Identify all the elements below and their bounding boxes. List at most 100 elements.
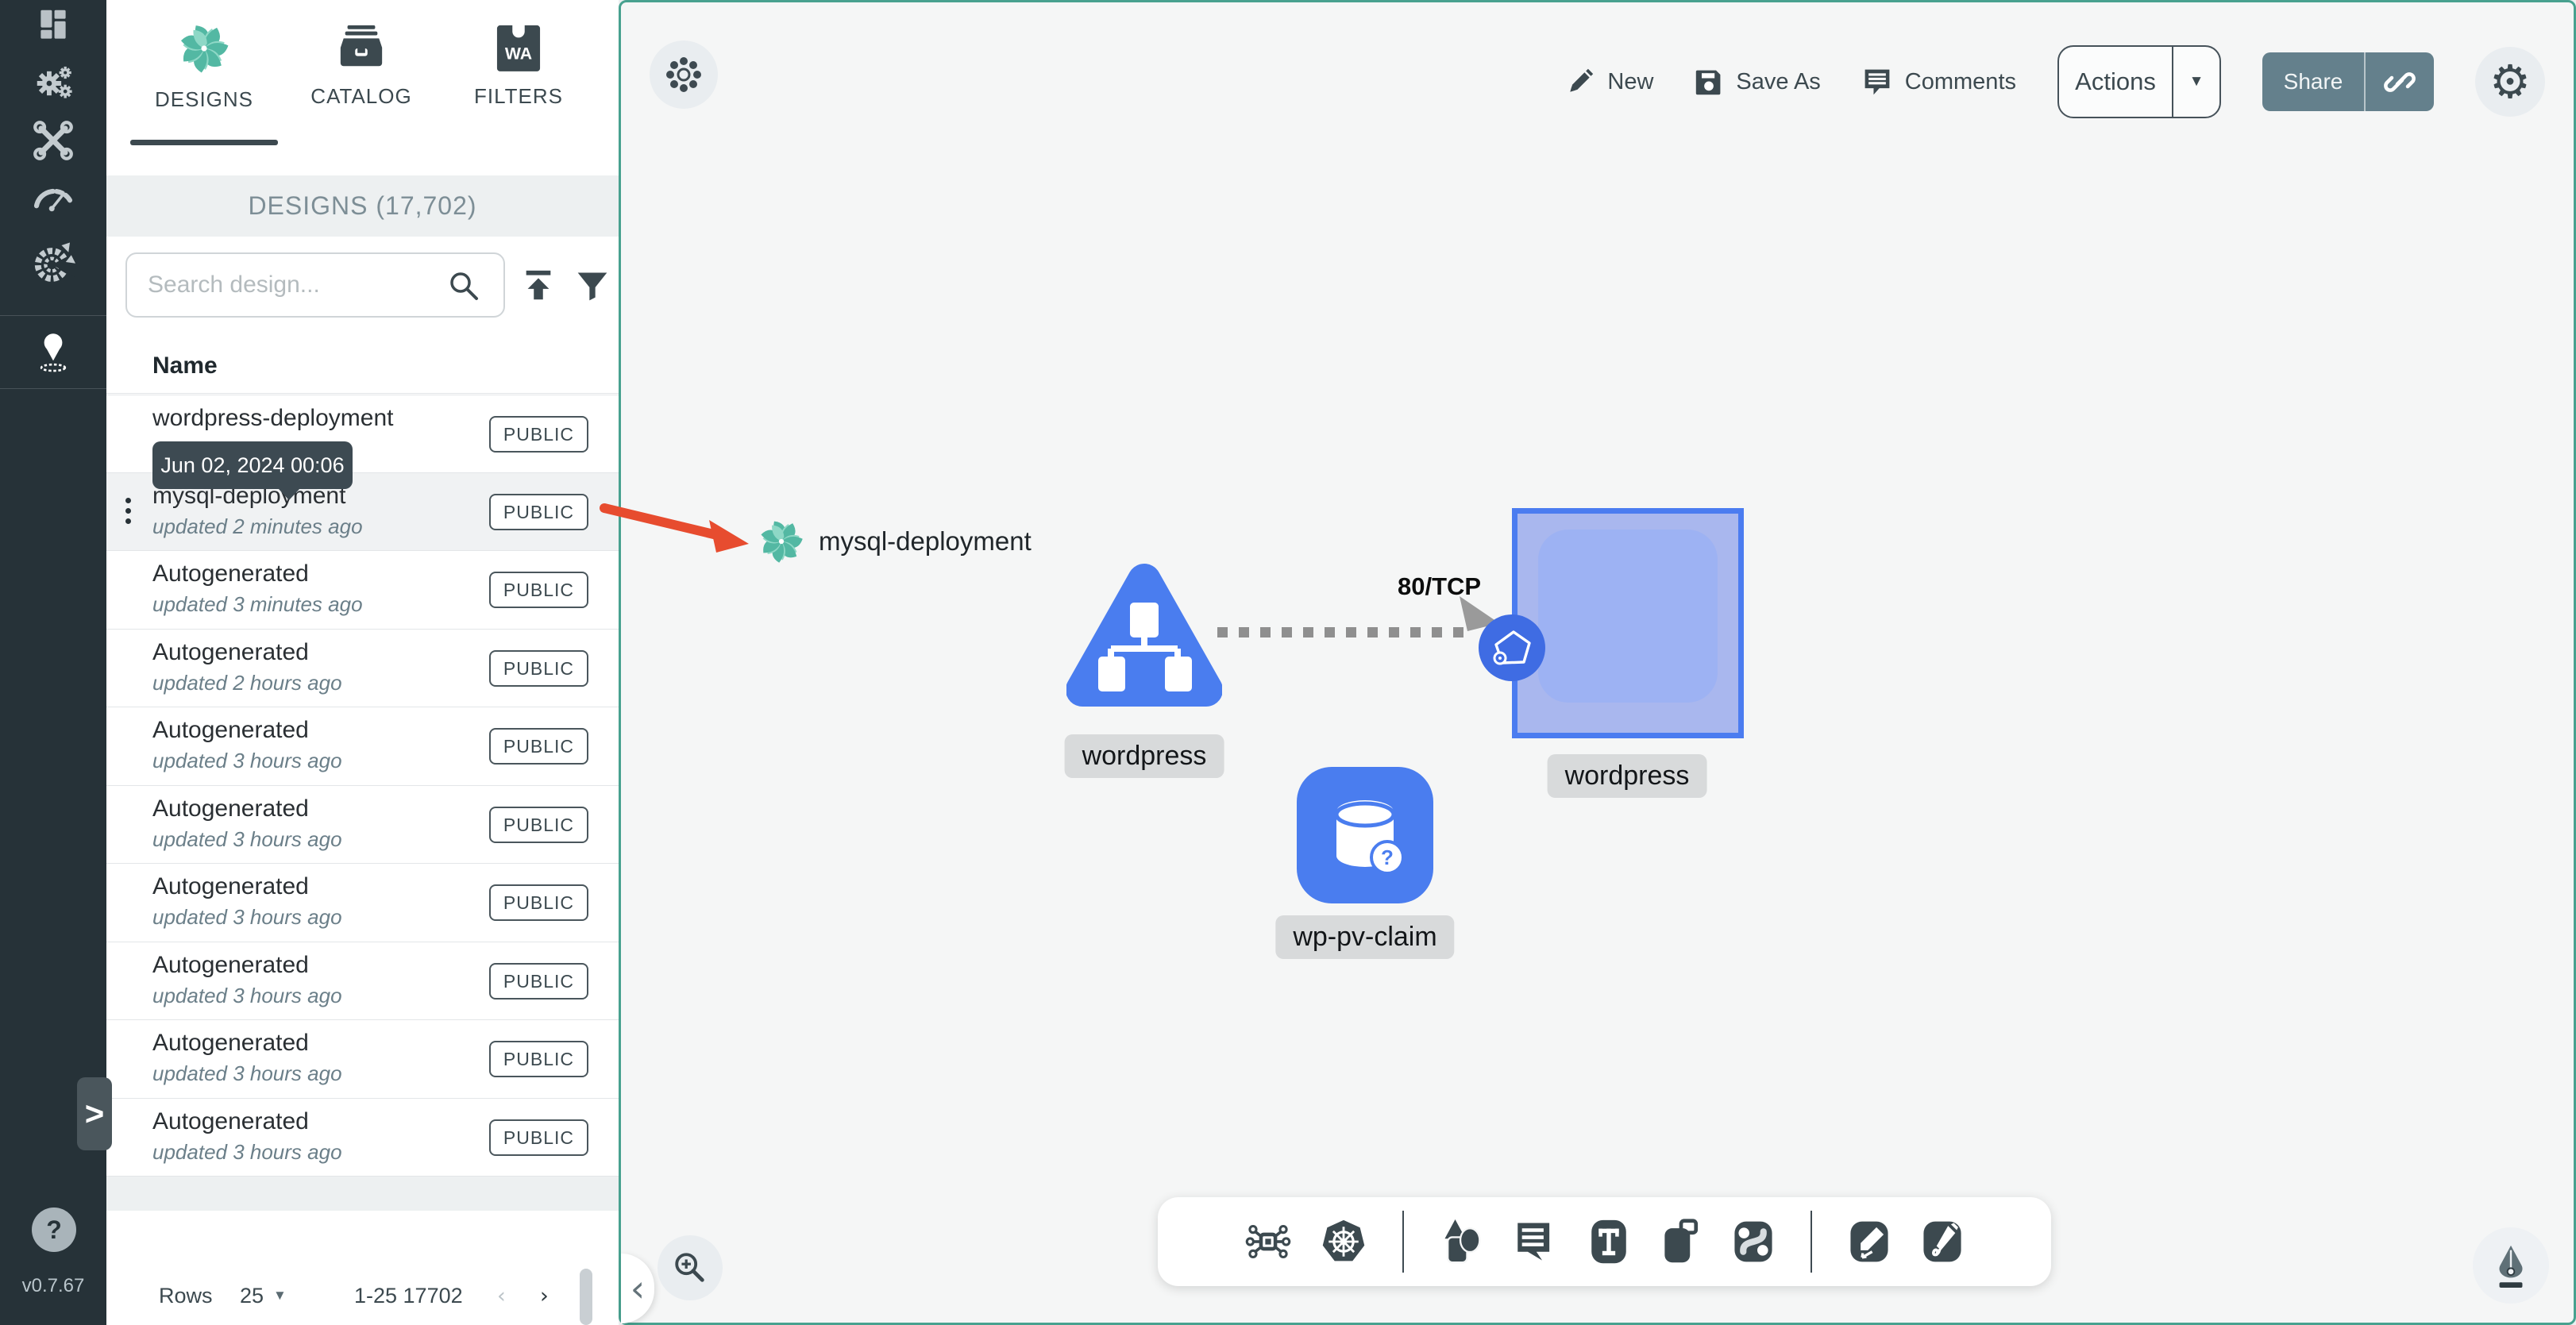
zoom-in-button[interactable]	[657, 1235, 723, 1300]
design-name: Autogenerated	[152, 1107, 309, 1134]
wasm-filter-icon: WA	[496, 25, 541, 71]
upload-icon	[526, 270, 551, 300]
configuration-tools-icon[interactable]	[0, 119, 106, 162]
deployment-port-badge[interactable]	[1479, 614, 1545, 681]
sidebar-expand-button[interactable]: >	[77, 1077, 112, 1150]
name-column-header: Name	[152, 352, 218, 379]
next-page-button[interactable]: ›	[540, 1266, 549, 1325]
prev-page-button[interactable]: ‹	[497, 1266, 506, 1325]
rows-per-page-select[interactable]: 25 ▼	[240, 1266, 287, 1325]
design-list-row[interactable]: Autogenerated updated 3 hours ago PUBLIC	[106, 1020, 619, 1099]
save-as-button[interactable]: Save As	[1695, 67, 1821, 96]
help-button[interactable]: ?	[32, 1208, 76, 1252]
pentagon-icon	[1493, 630, 1531, 665]
catalog-archive-icon	[340, 25, 383, 67]
panel-scrollbar-thumb[interactable]	[580, 1269, 592, 1325]
design-list-row[interactable]: Autogenerated updated 3 hours ago PUBLIC	[106, 942, 619, 1020]
visibility-badge: PUBLIC	[488, 1119, 588, 1156]
node-wp-pv-claim[interactable]: ?	[1297, 767, 1433, 903]
tab-designs-label: DESIGNS	[154, 87, 254, 111]
node-inner-surface	[1538, 530, 1718, 703]
clone-tool-icon[interactable]	[1660, 1218, 1703, 1265]
visibility-badge: PUBLIC	[488, 806, 588, 843]
designs-panel: DESIGNS CATALOG WA FILTERS DESIGNS (17,7…	[106, 0, 619, 1325]
kanvas-pin-icon[interactable]	[0, 329, 106, 375]
pagination-bar: Rows 25 ▼ 1-25 17702 ‹ ›	[106, 1266, 619, 1325]
design-list-row[interactable]: Autogenerated updated 3 hours ago PUBLIC	[106, 1098, 619, 1177]
design-list-row[interactable]: Autogenerated updated 3 hours ago PUBLIC	[106, 864, 619, 942]
node-label-wp-pv-claim: wp-pv-claim	[1275, 915, 1455, 959]
components-tool-icon[interactable]	[1245, 1219, 1291, 1265]
comments-button[interactable]: Comments	[1862, 67, 2016, 97]
share-button[interactable]: Share	[2262, 52, 2434, 111]
volume-claim-icon: ?	[1334, 800, 1405, 875]
comments-label: Comments	[1904, 68, 2016, 94]
funnel-icon	[577, 272, 607, 301]
relationship-tool-icon[interactable]	[1731, 1219, 1776, 1265]
comment-icon	[1865, 69, 1890, 95]
design-list-row[interactable]: Autogenerated updated 3 hours ago PUBLIC	[106, 785, 619, 864]
design-list-row[interactable]: Autogenerated updated 3 hours ago PUBLIC	[106, 707, 619, 786]
design-name: Autogenerated	[152, 717, 309, 743]
row-menu-icon[interactable]	[125, 497, 131, 524]
design-list-row[interactable]: Autogenerated updated 3 minutes ago PUBL…	[106, 551, 619, 630]
updated-date-tooltip: Jun 02, 2024 00:06	[152, 441, 353, 500]
design-mode-button[interactable]	[2473, 1227, 2549, 1304]
rows-per-page-label: Rows	[159, 1283, 213, 1308]
pen-nib-icon	[2499, 1245, 2523, 1288]
panel-collapse-button[interactable]: ‹	[621, 1254, 654, 1323]
zoom-in-icon	[675, 1253, 704, 1282]
node-wordpress-deployment-selected[interactable]	[1512, 508, 1744, 738]
canvas-menu-button[interactable]	[650, 40, 718, 109]
design-updated: updated 3 hours ago	[152, 749, 342, 772]
node-wordpress-service[interactable]	[1066, 557, 1223, 722]
tab-catalog[interactable]: CATALOG	[286, 22, 437, 109]
svg-text:?: ?	[1381, 845, 1394, 869]
left-nav-sidebar: > ? v0.7.67	[0, 0, 112, 1325]
edit-pen-tool-icon[interactable]	[1847, 1219, 1892, 1265]
edge-dotted-line[interactable]	[1217, 627, 1473, 637]
design-updated: updated 3 hours ago	[152, 1061, 342, 1085]
toolbar-divider	[1402, 1211, 1404, 1273]
panel-tabs: DESIGNS CATALOG WA FILTERS	[106, 0, 619, 159]
app-version: v0.7.67	[21, 1275, 85, 1296]
pagination-range: 1-25 17702	[354, 1283, 463, 1308]
new-label: New	[1607, 68, 1654, 94]
gear-icon: ⚙	[2489, 55, 2531, 109]
design-updated: updated 3 hours ago	[152, 905, 342, 929]
lifecycle-gears-icon[interactable]	[0, 62, 106, 105]
visibility-badge: PUBLIC	[488, 649, 588, 687]
design-updated: updated 3 hours ago	[152, 983, 342, 1007]
tab-designs[interactable]: DESIGNS	[129, 22, 280, 112]
text-tool-icon[interactable]	[1587, 1219, 1631, 1265]
actions-button[interactable]: Actions ▼	[2057, 45, 2221, 118]
tab-filters[interactable]: WA FILTERS	[443, 22, 594, 109]
visibility-badge: PUBLIC	[488, 884, 588, 921]
import-design-button[interactable]	[516, 264, 561, 308]
design-updated: updated 2 minutes ago	[152, 514, 363, 538]
filter-button[interactable]	[570, 264, 615, 308]
shapes-tool-icon[interactable]	[1439, 1218, 1483, 1265]
design-name: Autogenerated	[152, 1030, 309, 1056]
design-name: wordpress-deployment	[152, 405, 394, 431]
service-triangle-icon	[1066, 564, 1223, 707]
settings-button[interactable]: ⚙	[2475, 47, 2545, 117]
pencil-icon	[1570, 68, 1594, 92]
extensions-icon[interactable]	[0, 240, 106, 284]
dashboard-icon[interactable]	[0, 6, 106, 46]
design-name: Autogenerated	[152, 560, 309, 587]
new-button[interactable]: New	[1566, 67, 1653, 96]
design-list-row[interactable]: Autogenerated updated 2 hours ago PUBLIC	[106, 629, 619, 707]
visibility-badge: PUBLIC	[488, 572, 588, 608]
performance-gauge-icon[interactable]	[0, 178, 106, 214]
copy-link-button[interactable]	[2366, 66, 2434, 98]
actions-caret-icon[interactable]: ▼	[2173, 73, 2219, 91]
draw-pencil-tool-icon[interactable]	[1920, 1219, 1965, 1265]
design-name: Autogenerated	[152, 873, 309, 899]
design-updated: updated 2 hours ago	[152, 670, 342, 695]
drag-arrow-icon	[600, 503, 749, 553]
kanvas-canvas[interactable]: New Save As Comments Actions ▼ Share ⚙ m…	[619, 0, 2576, 1325]
tab-catalog-label: CATALOG	[310, 84, 412, 108]
comment-tool-icon[interactable]	[1512, 1219, 1558, 1265]
kubernetes-tool-icon[interactable]	[1320, 1218, 1367, 1265]
